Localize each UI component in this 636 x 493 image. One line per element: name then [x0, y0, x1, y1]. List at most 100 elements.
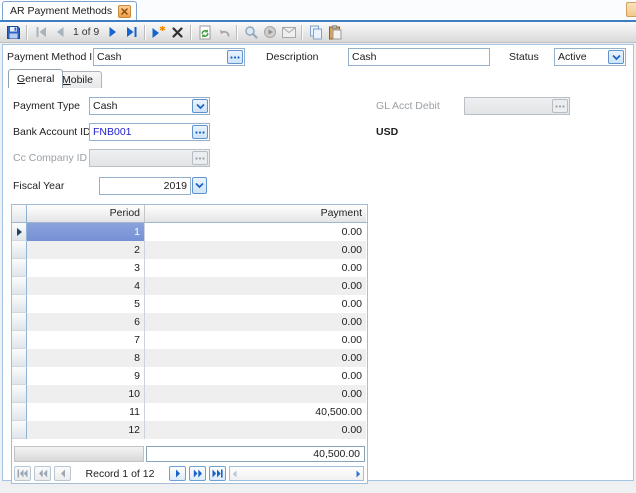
period-cell[interactable]: 11	[27, 403, 145, 421]
grid-header-selector	[12, 205, 27, 222]
grid-row[interactable]: 120.00	[12, 421, 367, 439]
grid-row[interactable]: 50.00	[12, 295, 367, 313]
grid-row[interactable]: 80.00	[12, 349, 367, 367]
grid-row[interactable]: 70.00	[12, 331, 367, 349]
payment-cell[interactable]: 40,500.00	[145, 403, 366, 421]
document-tabstrip: AR Payment Methods	[0, 0, 636, 22]
status-dropdown-button[interactable]	[608, 50, 624, 64]
nav-prev-page-button[interactable]	[34, 466, 51, 481]
payment-type-combo[interactable]: Cash	[89, 97, 210, 115]
gl-acct-debit-field	[464, 97, 570, 115]
period-cell[interactable]: 10	[27, 385, 145, 403]
toolbar-separator	[301, 25, 303, 40]
payment-cell[interactable]: 0.00	[145, 421, 366, 439]
row-selector[interactable]	[12, 331, 27, 349]
status-combo[interactable]: Active	[554, 48, 626, 66]
copy-button[interactable]	[306, 23, 325, 41]
grid-row[interactable]: 20.00	[12, 241, 367, 259]
first-record-button[interactable]	[31, 23, 50, 41]
row-selector[interactable]	[12, 421, 27, 439]
payment-method-id-field[interactable]: Cash	[93, 48, 245, 66]
row-selector[interactable]	[12, 403, 27, 421]
period-cell[interactable]: 12	[27, 421, 145, 439]
period-cell[interactable]: 9	[27, 367, 145, 385]
status-label: Status	[509, 51, 539, 63]
payment-cell[interactable]: 0.00	[145, 331, 366, 349]
chevron-down-icon	[195, 182, 204, 189]
row-selector[interactable]	[12, 385, 27, 403]
payment-cell[interactable]: 0.00	[145, 277, 366, 295]
row-selector[interactable]	[12, 295, 27, 313]
payment-cell[interactable]: 0.00	[145, 385, 366, 403]
description-value: Cash	[352, 49, 486, 65]
payment-type-dropdown-button[interactable]	[192, 99, 208, 113]
row-selector[interactable]	[12, 277, 27, 295]
grid-row[interactable]: 90.00	[12, 367, 367, 385]
bank-account-id-lookup-button[interactable]	[192, 125, 208, 139]
grid-row[interactable]: 60.00	[12, 313, 367, 331]
bank-account-id-field[interactable]: FNB001	[89, 123, 210, 141]
period-cell[interactable]: 5	[27, 295, 145, 313]
grid-header: Period Payment	[12, 205, 367, 223]
navigate-button[interactable]	[260, 23, 279, 41]
nav-prev-page-icon	[38, 469, 48, 478]
period-cell[interactable]: 7	[27, 331, 145, 349]
previous-record-button[interactable]	[50, 23, 69, 41]
period-cell[interactable]: 2	[27, 241, 145, 259]
delete-button[interactable]	[168, 23, 187, 41]
next-record-button[interactable]	[103, 23, 122, 41]
row-selector[interactable]	[12, 313, 27, 331]
nav-next-page-button[interactable]	[189, 466, 206, 481]
grid-horizontal-scrollbar[interactable]	[229, 466, 364, 481]
new-record-button[interactable]	[149, 23, 168, 41]
tab-general[interactable]: General	[8, 69, 63, 88]
payment-cell[interactable]: 0.00	[145, 349, 366, 367]
grid-header-payment[interactable]: Payment	[145, 205, 366, 222]
document-tab[interactable]: AR Payment Methods	[2, 1, 137, 20]
record-position: 1 of 9	[69, 26, 103, 38]
period-cell[interactable]: 1	[27, 223, 145, 241]
grid-row[interactable]: 100.00	[12, 385, 367, 403]
tab-close-icon[interactable]	[118, 5, 131, 18]
payment-cell[interactable]: 0.00	[145, 367, 366, 385]
refresh-button[interactable]	[195, 23, 214, 41]
period-cell[interactable]: 6	[27, 313, 145, 331]
paste-button[interactable]	[325, 23, 344, 41]
row-selector[interactable]	[12, 241, 27, 259]
period-cell[interactable]: 8	[27, 349, 145, 367]
current-row-arrow-icon	[17, 228, 22, 236]
payment-method-id-lookup-button[interactable]	[227, 50, 243, 64]
period-cell[interactable]: 3	[27, 259, 145, 277]
payment-cell[interactable]: 0.00	[145, 223, 366, 241]
nav-next-button[interactable]	[169, 466, 186, 481]
print-preview-button[interactable]	[241, 23, 260, 41]
grid-header-period[interactable]: Period	[27, 205, 145, 222]
row-selector[interactable]	[12, 349, 27, 367]
grid-row[interactable]: 1140,500.00	[12, 403, 367, 421]
row-selector[interactable]	[12, 259, 27, 277]
grid-row[interactable]: 40.00	[12, 277, 367, 295]
tabstrip-overflow-button[interactable]	[626, 2, 636, 17]
nav-last-button[interactable]	[209, 466, 226, 481]
fiscal-year-dropdown-button[interactable]	[192, 177, 207, 194]
ellipsis-icon	[555, 105, 565, 108]
period-grid: Period Payment 10.0020.0030.0040.0050.00…	[11, 204, 368, 484]
payment-cell[interactable]: 0.00	[145, 241, 366, 259]
email-button[interactable]	[279, 23, 298, 41]
payment-cell[interactable]: 0.00	[145, 313, 366, 331]
period-cell[interactable]: 4	[27, 277, 145, 295]
description-field[interactable]: Cash	[348, 48, 490, 66]
nav-first-button[interactable]	[14, 466, 31, 481]
save-button[interactable]	[4, 23, 23, 41]
fiscal-year-field[interactable]: 2019	[99, 177, 191, 195]
nav-last-icon	[212, 469, 223, 478]
row-selector[interactable]	[12, 367, 27, 385]
payment-cell[interactable]: 0.00	[145, 295, 366, 313]
grid-row[interactable]: 10.00	[12, 223, 367, 241]
grid-row[interactable]: 30.00	[12, 259, 367, 277]
last-record-button[interactable]	[122, 23, 141, 41]
undo-button[interactable]	[214, 23, 233, 41]
nav-prev-button[interactable]	[54, 466, 71, 481]
row-selector[interactable]	[12, 223, 27, 241]
payment-cell[interactable]: 0.00	[145, 259, 366, 277]
